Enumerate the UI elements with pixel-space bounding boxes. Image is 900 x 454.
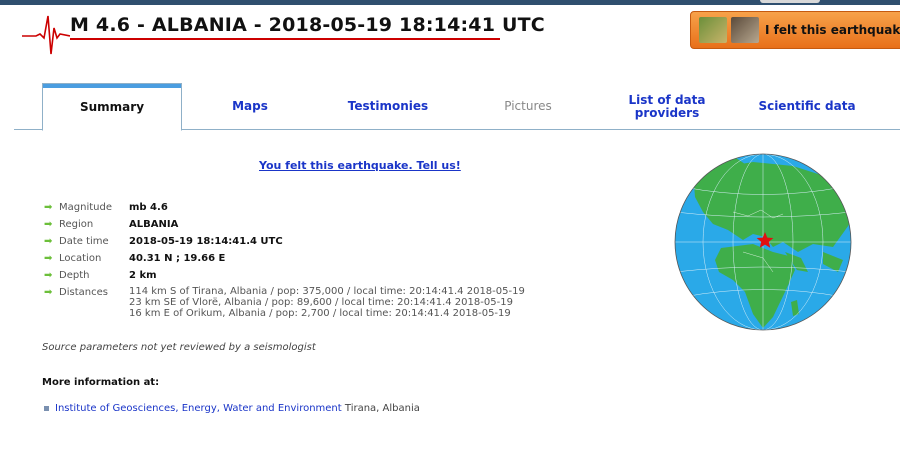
- source-note: Source parameters not yet reviewed by a …: [42, 342, 316, 353]
- bullet-icon: [44, 405, 49, 411]
- title-underline: [70, 38, 500, 40]
- tab-testimonies[interactable]: Testimonies: [338, 83, 438, 130]
- tab-summary-label: Summary: [79, 99, 145, 114]
- tab-data-providers[interactable]: List of data providers: [612, 83, 722, 130]
- tab-pictures-label: Pictures: [504, 99, 552, 113]
- detail-row-distances: ➡ Distances 114 km S of Tirana, Albania …: [44, 286, 525, 322]
- map-thumbnail-icon: [699, 17, 727, 43]
- depth-value: 2 km: [129, 270, 157, 281]
- detail-row-location: ➡ Location 40.31 N ; 19.66 E: [44, 252, 525, 269]
- detail-label: Depth: [59, 270, 90, 281]
- institute-link[interactable]: Institute of Geosciences, Energy, Water …: [55, 403, 342, 414]
- arrow-right-icon: ➡: [44, 253, 53, 264]
- detail-label: Region: [59, 219, 94, 230]
- tab-accent: [43, 84, 181, 88]
- detail-row-magnitude: ➡ Magnitude mb 4.6: [44, 201, 525, 218]
- detail-label: Magnitude: [59, 202, 112, 213]
- top-bar-tab: [760, 0, 820, 3]
- event-details: ➡ Magnitude mb 4.6 ➡ Region ALBANIA ➡ Da…: [44, 201, 525, 322]
- arrow-right-icon: ➡: [44, 287, 53, 298]
- arrow-right-icon: ➡: [44, 270, 53, 281]
- tab-pictures: Pictures: [478, 83, 578, 130]
- more-info-item: Institute of Geosciences, Energy, Water …: [44, 403, 420, 414]
- distances-list: 114 km S of Tirana, Albania / pop: 375,0…: [129, 286, 525, 319]
- photo-thumbnail-icon: [731, 17, 759, 43]
- felt-earthquake-button[interactable]: I felt this earthquake: [690, 11, 900, 49]
- tab-summary[interactable]: Summary: [42, 83, 182, 131]
- tab-scientific-data[interactable]: Scientific data: [752, 83, 862, 130]
- arrow-right-icon: ➡: [44, 219, 53, 230]
- epicenter-globe-map[interactable]: [673, 152, 853, 332]
- arrow-right-icon: ➡: [44, 236, 53, 247]
- magnitude-value: mb 4.6: [129, 202, 168, 213]
- detail-label: Date time: [59, 236, 109, 247]
- location-value: 40.31 N ; 19.66 E: [129, 253, 226, 264]
- arrow-right-icon: ➡: [44, 202, 53, 213]
- seismogram-icon: [22, 15, 70, 55]
- detail-row-depth: ➡ Depth 2 km: [44, 269, 525, 286]
- region-value: ALBANIA: [129, 219, 179, 230]
- institute-city: Tirana, Albania: [344, 403, 420, 414]
- felt-earthquake-label: I felt this earthquake: [765, 23, 900, 37]
- page-title: M 4.6 - ALBANIA - 2018-05-19 18:14:41 UT…: [70, 14, 545, 36]
- detail-row-region: ➡ Region ALBANIA: [44, 218, 525, 235]
- tell-us-link[interactable]: You felt this earthquake. Tell us!: [259, 159, 461, 172]
- detail-row-date-time: ➡ Date time 2018-05-19 18:14:41.4 UTC: [44, 235, 525, 252]
- date-time-value: 2018-05-19 18:14:41.4 UTC: [129, 236, 283, 247]
- distance-line: 23 km SE of Vlorë, Albania / pop: 89,600…: [129, 297, 513, 308]
- top-bar: [0, 0, 900, 5]
- distance-line: 16 km E of Orikum, Albania / pop: 2,700 …: [129, 308, 511, 319]
- more-info-heading: More information at:: [42, 377, 160, 388]
- tab-testimonies-label: Testimonies: [347, 99, 429, 113]
- tab-data-providers-label: List of data providers: [628, 92, 706, 120]
- tab-maps-label: Maps: [232, 99, 268, 113]
- distance-line: 114 km S of Tirana, Albania / pop: 375,0…: [129, 286, 525, 297]
- tab-maps[interactable]: Maps: [200, 83, 300, 130]
- tab-scientific-data-label: Scientific data: [758, 99, 856, 113]
- detail-label: Distances: [59, 287, 108, 298]
- detail-label: Location: [59, 253, 102, 264]
